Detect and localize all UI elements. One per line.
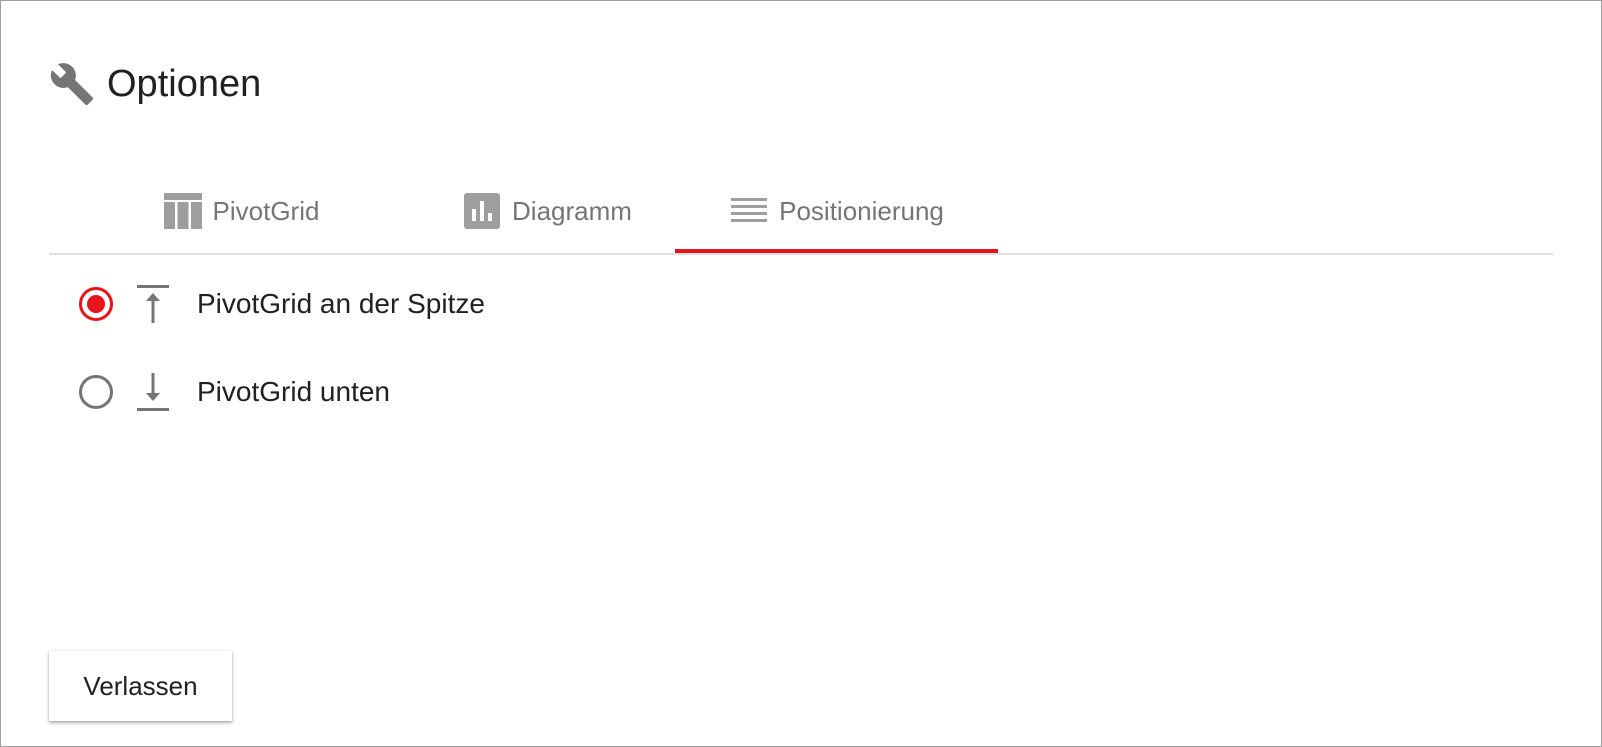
radio-button-checked[interactable] (79, 287, 113, 321)
tab-positionierung[interactable]: Positionierung (675, 171, 998, 253)
exit-button[interactable]: Verlassen (49, 651, 232, 721)
tab-label: PivotGrid (212, 196, 320, 226)
option-pivotgrid-top[interactable]: PivotGrid an der Spitze (77, 283, 777, 325)
radio-button-unchecked[interactable] (79, 375, 113, 409)
options-dialog: Optionen PivotGrid Diagramm Positionieru… (0, 0, 1602, 747)
lines-list-icon (729, 191, 769, 231)
tab-label: Diagramm (512, 196, 632, 226)
tab-pivotgrid[interactable]: PivotGrid (111, 171, 371, 251)
tab-bar: PivotGrid Diagramm Positionierung (49, 171, 1553, 255)
align-top-arrow-icon (133, 283, 173, 325)
tab-diagramm[interactable]: Diagramm (417, 171, 677, 251)
positioning-options: PivotGrid an der Spitze PivotGrid unten (77, 283, 777, 459)
tab-label: Positionierung (779, 196, 944, 226)
dialog-title: Optionen (107, 63, 262, 105)
dialog-header: Optionen (49, 61, 261, 107)
option-pivotgrid-bottom[interactable]: PivotGrid unten (77, 371, 777, 413)
wrench-icon (49, 61, 97, 107)
align-bottom-arrow-icon (133, 371, 173, 413)
bar-chart-icon (462, 191, 502, 231)
table-columns-icon (163, 191, 203, 231)
option-label: PivotGrid unten (197, 376, 390, 407)
option-label: PivotGrid an der Spitze (197, 288, 485, 319)
